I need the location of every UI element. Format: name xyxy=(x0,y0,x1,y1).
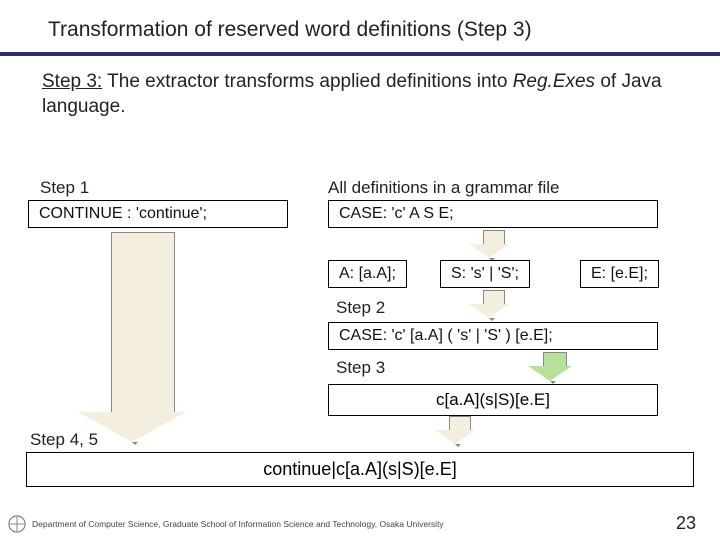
page-number: 23 xyxy=(676,513,712,534)
footer-affiliation: Department of Computer Science, Graduate… xyxy=(32,519,444,529)
step1-label: Step 1 xyxy=(40,178,89,198)
arrow-case-down-icon xyxy=(478,230,509,258)
a-definition-box: A: [a.A]; xyxy=(328,260,407,288)
intro-text: Step 3: The extractor transforms applied… xyxy=(0,70,720,119)
title-rule xyxy=(0,52,720,56)
footer: Department of Computer Science, Graduate… xyxy=(8,513,712,534)
regex-final-box: continue|c[a.A](s|S)[e.E] xyxy=(26,452,694,487)
arrow-step2-icon xyxy=(478,290,509,318)
arrow-final-icon xyxy=(444,416,475,444)
arrow-step3-icon xyxy=(538,352,572,381)
e-definition-box: E: [e.E]; xyxy=(580,260,659,288)
footer-left: Department of Computer Science, Graduate… xyxy=(8,515,444,533)
step45-label: Step 4, 5 xyxy=(30,430,98,450)
step2-label: Step 2 xyxy=(336,298,385,318)
s-definition-box: S: 's' | 'S'; xyxy=(440,260,530,288)
case-definition-box: CASE: 'c' A S E; xyxy=(328,200,658,228)
intro-part-a: The extractor transforms applied definit… xyxy=(102,71,512,92)
intro-italic: Reg.Exes xyxy=(513,71,595,92)
all-definitions-label: All definitions in a grammar file xyxy=(328,178,559,198)
case-expanded-box: CASE: 'c' [a.A] ( 's' | 'S' ) [e.E]; xyxy=(328,322,658,350)
slide-title: Transformation of reserved word definiti… xyxy=(0,0,720,52)
regex-case-box: c[a.A](s|S)[e.E] xyxy=(328,384,658,416)
step3-label: Step 3 xyxy=(336,358,385,378)
intro-step-label: Step 3: xyxy=(42,71,102,92)
university-logo-icon xyxy=(8,515,26,533)
continue-definition-box: CONTINUE : 'continue'; xyxy=(28,200,288,228)
arrow-continue-down-icon xyxy=(100,232,186,442)
